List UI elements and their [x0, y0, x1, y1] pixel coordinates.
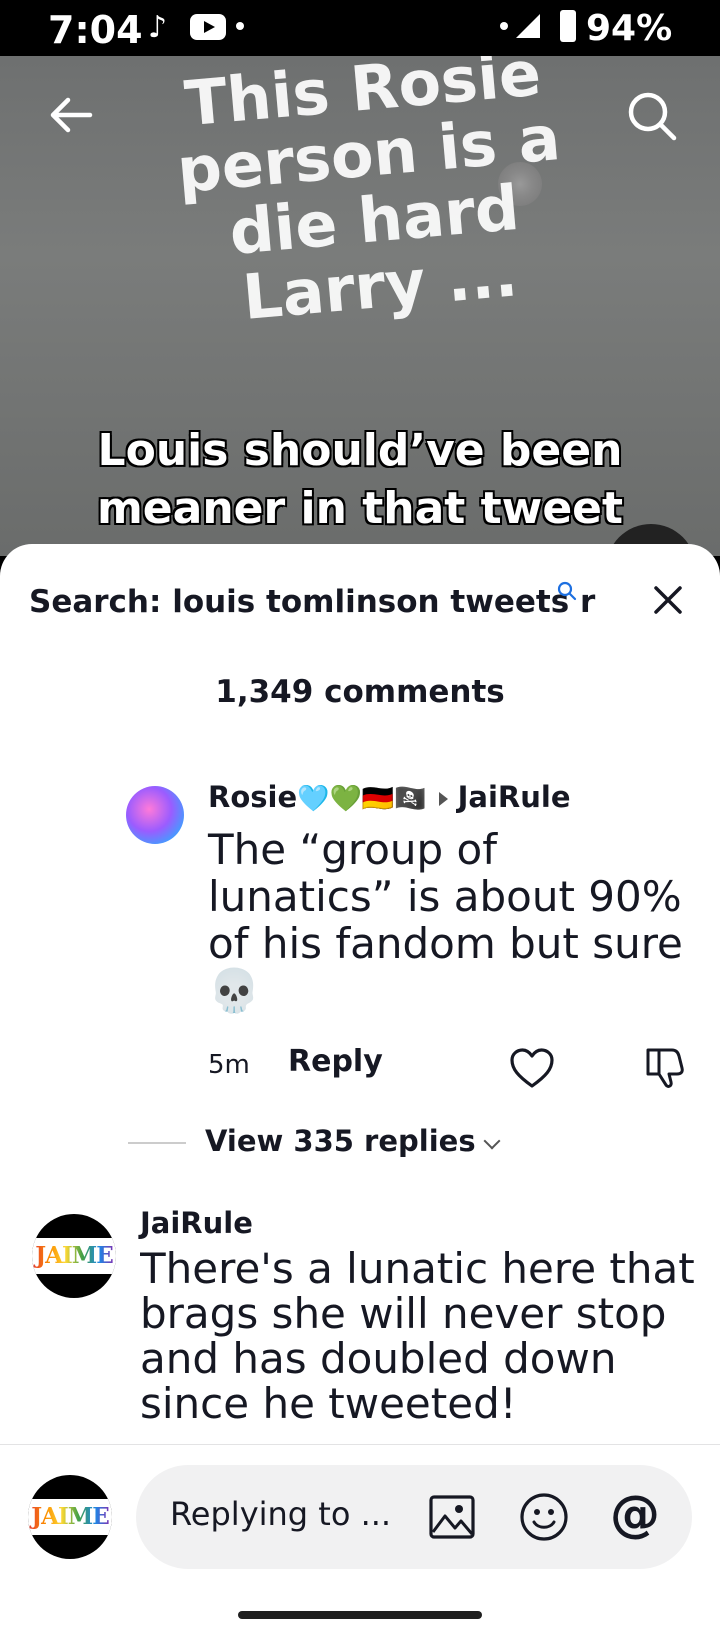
- video-overlay-text: This Rosie person is a die hard Larry ..…: [174, 56, 563, 334]
- comment-text: The “group of lunatics” is about 90% of …: [208, 825, 683, 1015]
- tiktok-icon: ♪: [148, 10, 168, 45]
- emoji-icon[interactable]: [518, 1491, 570, 1543]
- chevron-down-icon: [483, 1132, 501, 1150]
- sheet-title: Search: louis tomlinson tweets r: [29, 584, 596, 620]
- video-player[interactable]: This Rosie person is a die hard Larry ..…: [0, 56, 720, 556]
- dislike-icon[interactable]: [642, 1044, 688, 1090]
- home-indicator[interactable]: [238, 1611, 482, 1619]
- reply-target[interactable]: JaiRule: [458, 780, 571, 814]
- comment-input-bar: JAIME Replying to ... @: [0, 1444, 720, 1640]
- comments-sheet: Search: louis tomlinson tweets r 1,349 c…: [0, 544, 720, 1640]
- search-icon[interactable]: [624, 88, 680, 144]
- status-time: 7:04: [48, 8, 143, 52]
- close-icon[interactable]: [648, 580, 688, 620]
- comment-author-name[interactable]: JaiRule: [140, 1206, 253, 1240]
- mention-icon[interactable]: @: [610, 1485, 660, 1543]
- comment-author-name: Rosie: [208, 780, 298, 814]
- signal-icon: [516, 14, 540, 38]
- avatar[interactable]: [126, 786, 184, 844]
- comment-text: There's a lunatic here that brags she wi…: [140, 1246, 695, 1428]
- author-emojis: 🩵💚🇩🇪🏴‍☠️: [297, 784, 427, 814]
- avatar[interactable]: JAIME: [32, 1214, 116, 1298]
- divider: [128, 1142, 186, 1144]
- video-caption: Louis should’ve been meaner in that twee…: [96, 425, 624, 534]
- notification-dot-icon: [236, 22, 244, 30]
- youtube-icon: [190, 14, 226, 40]
- status-bar: 7:04 ♪ 94%: [0, 0, 720, 56]
- image-icon[interactable]: [428, 1494, 476, 1540]
- comment-input[interactable]: Replying to ... @: [136, 1465, 692, 1569]
- heart-icon[interactable]: [508, 1046, 556, 1090]
- comment-count: 1,349 comments: [215, 674, 505, 710]
- avatar: JAIME: [28, 1475, 112, 1559]
- comment-time: 5m: [208, 1050, 250, 1080]
- comment-author[interactable]: Rosie🩵💚🇩🇪🏴‍☠️ JaiRule: [208, 780, 571, 814]
- avatar-logo-text: JAIME: [28, 1503, 112, 1530]
- search-icon[interactable]: [556, 580, 578, 602]
- battery-percent: 94%: [586, 8, 673, 49]
- view-replies-button[interactable]: View 335 replies: [205, 1124, 501, 1158]
- view-replies-label: View 335 replies: [205, 1124, 476, 1158]
- reply-button[interactable]: Reply: [288, 1044, 383, 1079]
- avatar-logo-text: JAIME: [32, 1242, 116, 1269]
- notification-dot-icon: [500, 22, 508, 30]
- back-arrow-icon[interactable]: [46, 90, 96, 140]
- battery-icon: [560, 10, 576, 42]
- reply-arrow-icon: [438, 792, 448, 806]
- comment-input-placeholder: Replying to ...: [170, 1495, 392, 1533]
